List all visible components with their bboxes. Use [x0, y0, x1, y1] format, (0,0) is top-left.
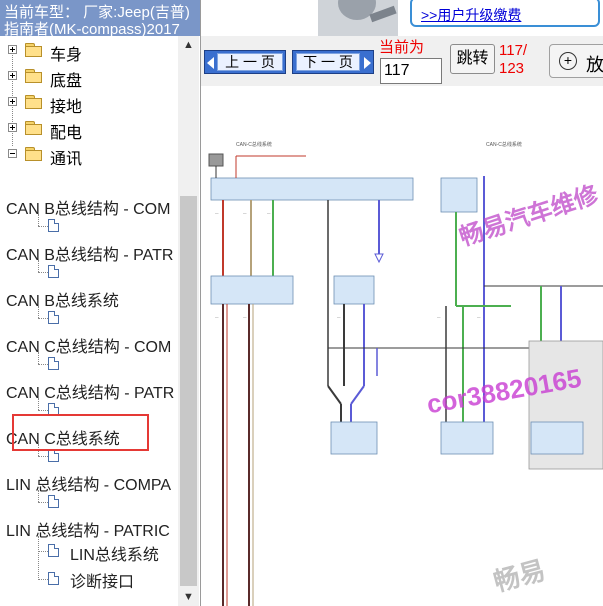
tree-folder-power[interactable]: 配电 — [0, 118, 170, 142]
svg-text:—: — — [243, 211, 247, 215]
module-bottom-right — [440, 421, 494, 455]
module-right — [440, 177, 478, 213]
expand-toggle-icon[interactable] — [8, 45, 17, 54]
document-icon — [48, 357, 59, 370]
svg-text:—: — — [477, 315, 481, 319]
folder-open-icon — [25, 147, 43, 161]
mascot-image — [318, 0, 398, 36]
tree-folder-comm[interactable]: 通讯 — [0, 144, 170, 168]
module-mid-left — [210, 275, 294, 305]
scroll-thumb[interactable] — [180, 196, 197, 586]
folder-icon — [25, 121, 43, 135]
next-page-label: 下 一 页 — [296, 53, 360, 71]
page-number-input[interactable]: 117 — [380, 58, 442, 84]
document-icon — [48, 219, 59, 232]
tree-folder-body[interactable]: 车身 — [0, 40, 170, 64]
document-title: CAN C总线结构 - PATR — [6, 385, 175, 402]
tree-folder-label: 底盘 — [50, 73, 83, 90]
folder-icon — [25, 43, 43, 57]
folder-icon — [25, 95, 43, 109]
subitem-title: 诊断接口 — [70, 574, 135, 591]
zoom-in-icon: + — [559, 52, 577, 70]
next-page-button[interactable]: 下 一 页 — [292, 50, 374, 74]
tree-folder-label: 通讯 — [50, 151, 83, 168]
module-top — [210, 177, 414, 201]
expand-toggle-icon[interactable] — [8, 123, 17, 132]
expand-toggle-icon[interactable] — [8, 97, 17, 106]
page-count: 117/ 123 — [499, 42, 527, 78]
collapse-toggle-icon[interactable] — [8, 149, 17, 158]
svg-text:—: — — [337, 315, 341, 319]
page-count-current: 117/ — [499, 42, 528, 59]
upgrade-payment-link[interactable]: >>用户升级缴费 — [421, 5, 521, 25]
diagram-title-right: CAN-C总线系统 — [486, 141, 522, 148]
arrow-left-icon — [207, 57, 214, 69]
subitem-title: LIN总线系统 — [70, 547, 159, 564]
arrow-right-icon — [364, 57, 371, 69]
tree-folder-ground[interactable]: 接地 — [0, 92, 170, 116]
left-panel: 当前车型： 厂家:Jeep(吉普)指南者(MK-compass)2017 车身 … — [0, 0, 201, 606]
current-car-label: 当前车型： 厂家:Jeep(吉普)指南者(MK-compass)2017 — [4, 4, 190, 36]
wiring-diagram: CAN-C总线系统 CAN-C总线系统 — — — — — — — — — [208, 141, 603, 606]
scroll-up-icon[interactable]: ▲ — [178, 36, 199, 54]
module-bottom-far-right — [530, 421, 584, 455]
tree-folder-label: 车身 — [50, 47, 83, 64]
top-banner: >>用户升级缴费 — [318, 0, 603, 36]
diagram-title-left: CAN-C总线系统 — [236, 141, 272, 148]
document-icon — [48, 544, 59, 557]
connector-icon — [208, 153, 224, 167]
expand-toggle-icon[interactable] — [8, 71, 17, 80]
zoom-in-button[interactable]: + 放 — [549, 44, 603, 78]
module-mid-center — [333, 275, 375, 305]
document-icon — [48, 265, 59, 278]
document-title: LIN 总线结构 - COMPA — [6, 477, 172, 494]
document-title: CAN C总线结构 - COM — [6, 339, 172, 356]
document-title: LIN 总线结构 - PATRIC — [6, 523, 170, 540]
document-icon — [48, 311, 59, 324]
tree-folder-chassis[interactable]: 底盘 — [0, 66, 170, 90]
tree-view[interactable]: 车身 底盘 接地 配电 通讯 CAN B总线结构 - COM CAN B总线结构… — [0, 36, 178, 606]
jump-button[interactable]: 跳转 — [450, 44, 495, 74]
svg-text:—: — — [243, 315, 247, 319]
page-count-total: 123 — [499, 60, 525, 77]
selection-highlight — [12, 414, 149, 451]
svg-text:—: — — [215, 315, 219, 319]
previous-page-label: 上 一 页 — [217, 53, 283, 71]
scroll-down-icon[interactable]: ▼ — [178, 588, 199, 606]
document-title: CAN B总线结构 - COM — [6, 201, 171, 218]
svg-text:—: — — [267, 211, 271, 215]
module-bottom-center — [330, 421, 378, 455]
tree-folder-label: 配电 — [50, 125, 83, 142]
zoom-label: 放 — [586, 55, 603, 75]
document-icon — [48, 495, 59, 508]
document-title: CAN B总线结构 - PATR — [6, 247, 174, 264]
folder-icon — [25, 69, 43, 83]
wiring-diagram-viewer[interactable]: CAN-C总线系统 CAN-C总线系统 — — — — — — — — 畅易汽车… — [201, 86, 603, 606]
tree-folder-label: 接地 — [50, 99, 83, 116]
svg-text:—: — — [215, 211, 219, 215]
svg-text:—: — — [437, 315, 441, 319]
current-car-header: 当前车型： 厂家:Jeep(吉普)指南者(MK-compass)2017 — [0, 0, 200, 36]
current-page-label: 当前为 — [379, 39, 425, 56]
previous-page-button[interactable]: 上 一 页 — [204, 50, 286, 74]
document-title: CAN B总线系统 — [6, 293, 119, 310]
viewer-toolbar: 上 一 页 下 一 页 当前为 117 跳转 117/ 123 + 放 — [201, 36, 603, 86]
tree-scrollbar[interactable]: ▲ ▼ — [178, 36, 199, 606]
document-icon — [48, 572, 59, 585]
